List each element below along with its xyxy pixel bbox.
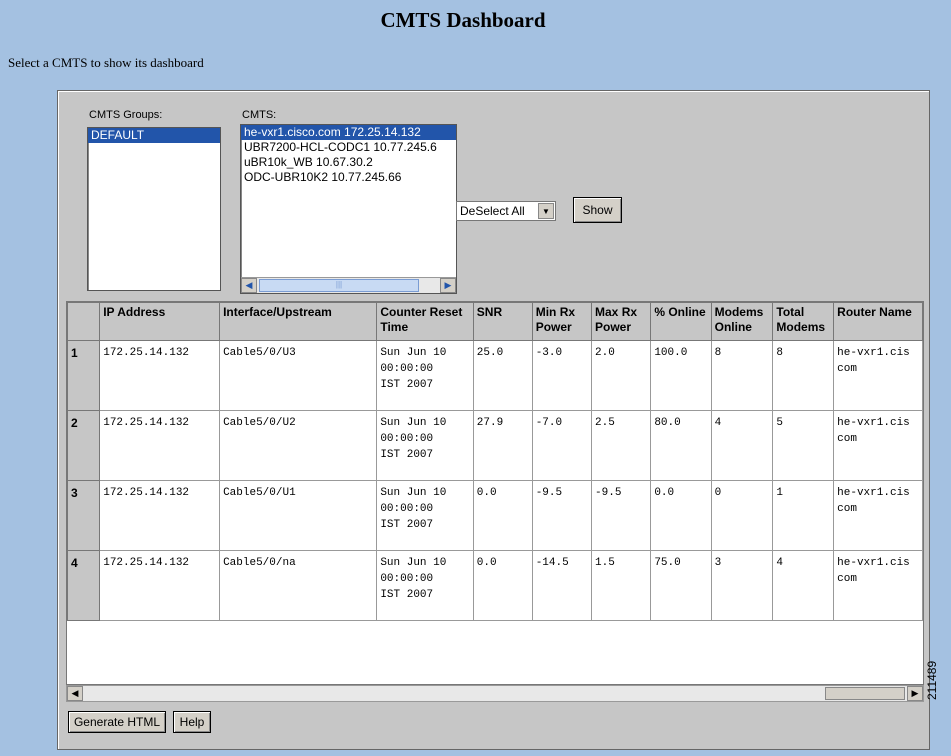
cell-online-pct: 100.0 (650, 340, 712, 411)
table-header-row: IP Address Interface/Upstream Counter Re… (67, 302, 923, 341)
cmts-item[interactable]: ODC-UBR10K2 10.77.245.66 (241, 170, 456, 185)
scroll-thumb[interactable] (825, 687, 905, 700)
figure-number: 211489 (925, 660, 939, 700)
table-row[interactable]: 3 172.25.14.132 Cable5/0/U1 Sun Jun 10 0… (67, 480, 923, 551)
table-row[interactable]: 1 172.25.14.132 Cable5/0/U3 Sun Jun 10 0… (67, 340, 923, 411)
cmts-list[interactable]: he-vxr1.cisco.com 172.25.14.132 UBR7200-… (240, 124, 457, 294)
cell-min-rx: -14.5 (531, 550, 593, 621)
cell-min-rx: -9.5 (531, 480, 593, 551)
dashboard-table-container: IP Address Interface/Upstream Counter Re… (66, 301, 924, 685)
column-header[interactable]: % Online (650, 302, 712, 341)
help-button[interactable]: Help (173, 711, 211, 733)
cell-total-modems: 1 (772, 480, 835, 551)
cell-min-rx: -3.0 (531, 340, 593, 411)
cell-reset-time: Sun Jun 10 00:00:00 IST 2007 (376, 340, 474, 411)
cmts-list-scrollbar[interactable]: ◀ ||| ▶ (241, 277, 456, 293)
scroll-right-icon[interactable]: ▶ (440, 278, 456, 293)
cmts-item[interactable]: UBR7200-HCL-CODC1 10.77.245.6 (241, 140, 456, 155)
select-mode-dropdown[interactable]: DeSelect All ▼ (456, 201, 556, 221)
column-header[interactable]: Counter Reset Time (376, 302, 474, 341)
cell-ip: 172.25.14.132 (99, 480, 221, 551)
cell-reset-time: Sun Jun 10 00:00:00 IST 2007 (376, 410, 474, 481)
column-header[interactable]: Modems Online (710, 302, 774, 341)
cell-total-modems: 8 (772, 340, 835, 411)
table-row[interactable]: 2 172.25.14.132 Cable5/0/U2 Sun Jun 10 0… (67, 410, 923, 481)
cmts-groups-list[interactable]: DEFAULT (87, 127, 221, 291)
cell-snr: 27.9 (472, 410, 533, 481)
cell-snr: 25.0 (472, 340, 533, 411)
page-title: CMTS Dashboard (380, 8, 546, 32)
cell-ip: 172.25.14.132 (99, 550, 221, 621)
cell-interface: Cable5/0/U3 (219, 340, 378, 411)
column-header[interactable]: Min Rx Power (531, 302, 593, 341)
cmts-item[interactable]: uBR10k_WB 10.67.30.2 (241, 155, 456, 170)
cell-modems-online: 0 (710, 480, 774, 551)
scroll-right-icon[interactable]: ▶ (907, 686, 923, 701)
table-row[interactable]: 4 172.25.14.132 Cable5/0/na Sun Jun 10 0… (67, 550, 923, 621)
cell-min-rx: -7.0 (531, 410, 593, 481)
row-number: 4 (67, 550, 101, 621)
cell-reset-time: Sun Jun 10 00:00:00 IST 2007 (376, 550, 474, 621)
dashboard-table: IP Address Interface/Upstream Counter Re… (67, 302, 923, 621)
cell-total-modems: 4 (772, 550, 835, 621)
column-header[interactable]: IP Address (99, 302, 221, 341)
column-header[interactable]: Router Name (833, 302, 923, 341)
generate-html-button[interactable]: Generate HTML (68, 711, 166, 733)
scroll-thumb[interactable]: ||| (259, 279, 419, 292)
cell-interface: Cable5/0/U1 (219, 480, 378, 551)
select-mode-value: DeSelect All (460, 204, 525, 218)
cell-reset-time: Sun Jun 10 00:00:00 IST 2007 (376, 480, 474, 551)
cell-router-name: he-vxr1.cis com (833, 340, 923, 411)
cell-online-pct: 0.0 (650, 480, 712, 551)
cmts-label: CMTS: (242, 109, 277, 121)
cell-snr: 0.0 (472, 480, 533, 551)
dashboard-applet: CMTS Groups: DEFAULT CMTS: he-vxr1.cisco… (57, 90, 930, 750)
cell-ip: 172.25.14.132 (99, 410, 221, 481)
cell-modems-online: 4 (710, 410, 774, 481)
cell-snr: 0.0 (472, 550, 533, 621)
row-number: 2 (67, 410, 101, 481)
cell-max-rx: -9.5 (591, 480, 652, 551)
cell-router-name: he-vxr1.cis com (833, 550, 923, 621)
column-header[interactable] (67, 302, 101, 341)
cell-ip: 172.25.14.132 (99, 340, 221, 411)
table-horizontal-scrollbar[interactable]: ◀ ▶ (66, 685, 924, 702)
group-item[interactable]: DEFAULT (88, 128, 220, 143)
column-header[interactable]: SNR (472, 302, 533, 341)
cell-max-rx: 1.5 (591, 550, 652, 621)
page-subtitle: Select a CMTS to show its dashboard (8, 55, 204, 70)
cell-max-rx: 2.0 (591, 340, 652, 411)
cell-router-name: he-vxr1.cis com (833, 480, 923, 551)
cell-interface: Cable5/0/U2 (219, 410, 378, 481)
scroll-left-icon[interactable]: ◀ (67, 686, 83, 701)
cell-online-pct: 80.0 (650, 410, 712, 481)
show-button[interactable]: Show (573, 197, 622, 223)
scroll-left-icon[interactable]: ◀ (241, 278, 257, 293)
cmts-item[interactable]: he-vxr1.cisco.com 172.25.14.132 (241, 125, 456, 140)
cell-total-modems: 5 (772, 410, 835, 481)
cmts-groups-label: CMTS Groups: (89, 109, 163, 121)
column-header[interactable]: Max Rx Power (591, 302, 652, 341)
row-number: 1 (67, 340, 101, 411)
row-number: 3 (67, 480, 101, 551)
cell-interface: Cable5/0/na (219, 550, 378, 621)
cell-router-name: he-vxr1.cis com (833, 410, 923, 481)
cell-max-rx: 2.5 (591, 410, 652, 481)
cell-modems-online: 3 (710, 550, 774, 621)
chevron-down-icon[interactable]: ▼ (538, 203, 554, 219)
cell-online-pct: 75.0 (650, 550, 712, 621)
column-header[interactable]: Total Modems (772, 302, 835, 341)
column-header[interactable]: Interface/Upstream (219, 302, 378, 341)
cell-modems-online: 8 (710, 340, 774, 411)
